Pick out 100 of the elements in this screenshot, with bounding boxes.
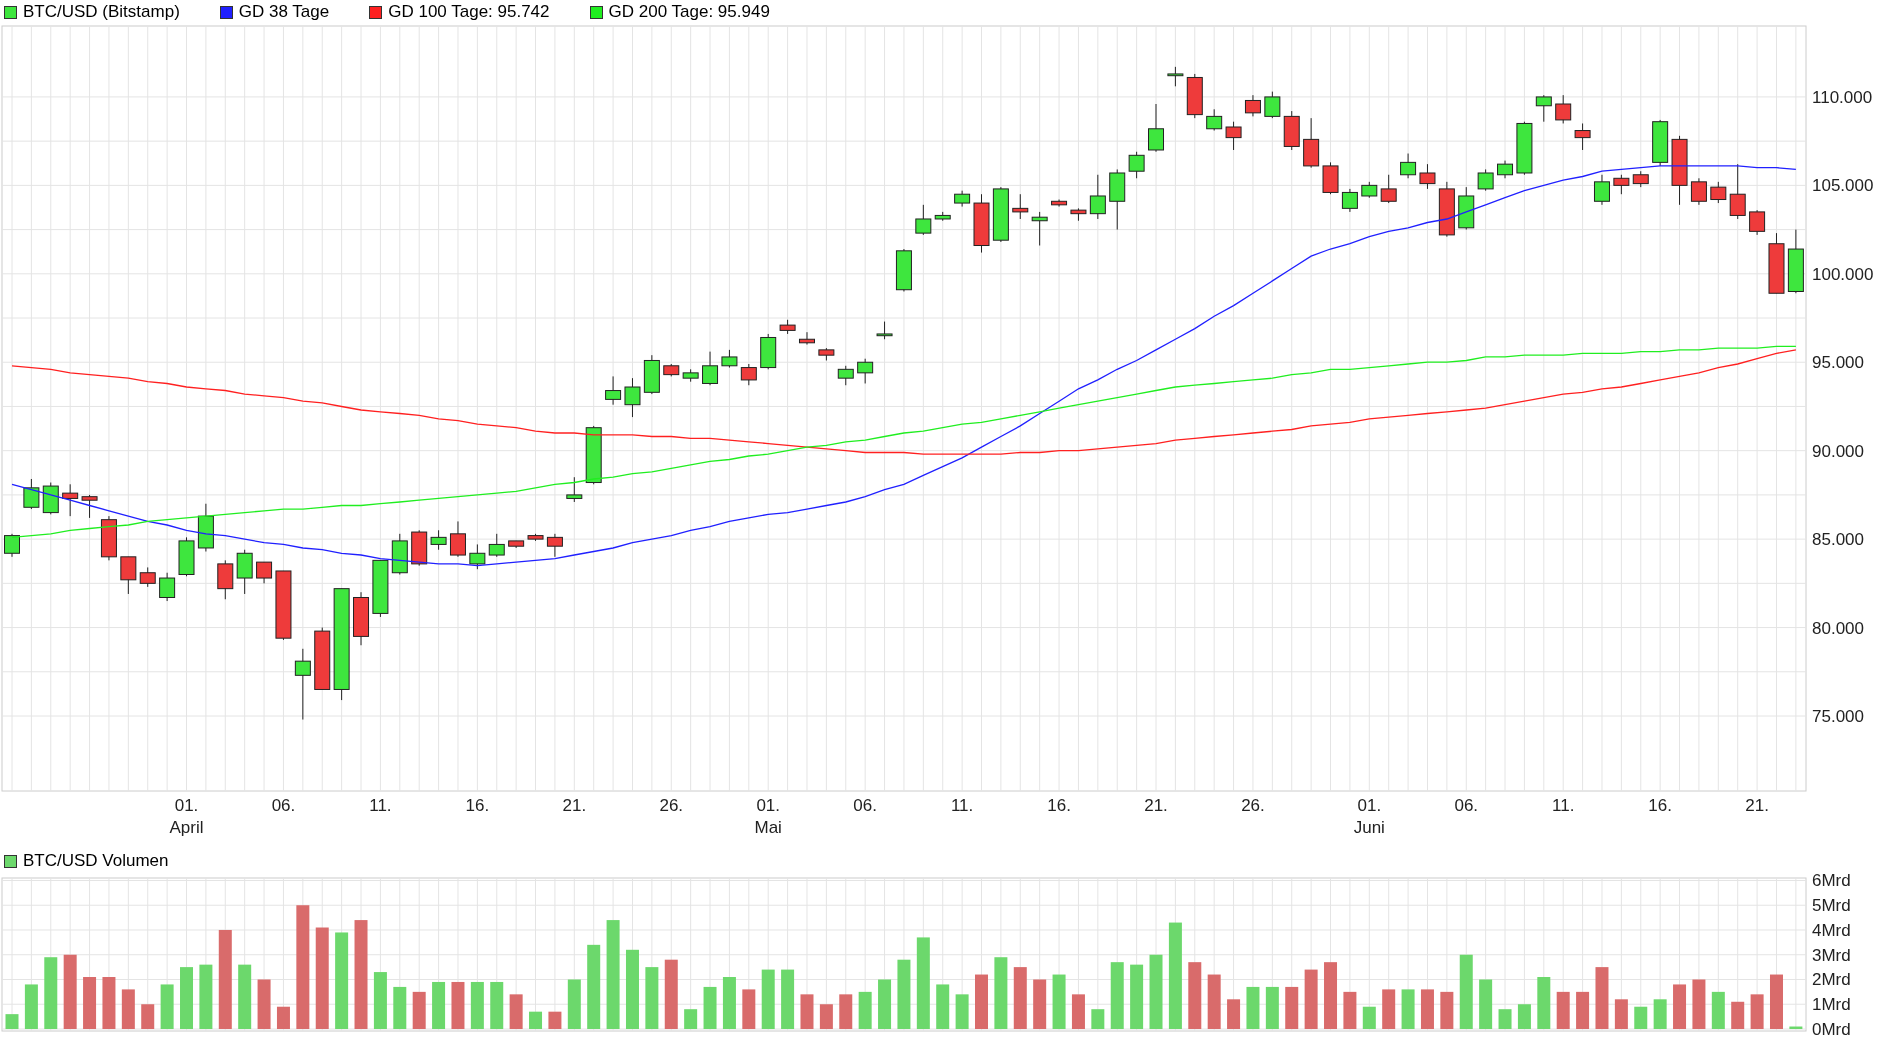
candlestick: [1671, 135, 1688, 206]
candlestick: [954, 190, 971, 208]
axis-label: 6Mrd: [1812, 874, 1851, 891]
candlestick: [1322, 161, 1339, 195]
candlestick: [1535, 94, 1552, 123]
candlestick: [275, 570, 292, 641]
candlestick: [1303, 117, 1320, 169]
candlestick: [1497, 160, 1514, 179]
candlestick: [372, 559, 389, 618]
candlestick: [508, 540, 525, 549]
legend-label: GD 38 Tage: [238, 1, 330, 24]
candlestick: [1477, 168, 1494, 192]
candlestick: [1186, 73, 1203, 119]
candlestick: [1768, 232, 1785, 294]
candlestick: [876, 321, 893, 340]
candlestick: [915, 204, 932, 236]
axis-label: 21.: [1144, 796, 1168, 815]
candlestick: [605, 375, 622, 406]
axis-label: 1Mrd: [1812, 995, 1851, 1015]
candlestick: [1690, 177, 1707, 206]
axis-label: 01.: [174, 796, 199, 815]
candlestick: [1438, 181, 1455, 238]
candlestick: [682, 368, 699, 383]
candlestick: [779, 319, 796, 335]
legend-swatch: [4, 5, 17, 19]
axis-label: 11.: [950, 796, 974, 815]
candlestick: [546, 533, 563, 558]
legend-label: BTC/USD Volumen: [23, 850, 169, 873]
candlestick: [100, 515, 117, 561]
axis-label: 01.: [1357, 796, 1382, 815]
candlestick: [217, 559, 234, 600]
candlestick: [1574, 122, 1591, 151]
candlestick: [1632, 170, 1649, 188]
axis-label: 0Mrd: [1812, 1020, 1851, 1039]
candlestick: [1594, 174, 1610, 206]
candlestick: [1070, 207, 1087, 222]
candlestick: [1341, 188, 1358, 213]
axis-label: 21.: [562, 796, 587, 815]
candlestick: [1012, 193, 1029, 220]
candlestick: [139, 566, 156, 588]
candlestick: [624, 377, 641, 418]
candlestick: [159, 572, 176, 602]
legend-label: GD 200 Tage: 95.949: [608, 1, 770, 24]
candlestick: [760, 333, 777, 370]
candlestick: [1128, 151, 1145, 179]
candlestick: [702, 351, 719, 386]
candlestick: [527, 533, 544, 542]
candlestick: [1109, 168, 1126, 231]
candlestick: [663, 363, 680, 377]
axis-label: 26.: [1241, 796, 1265, 815]
axis-label: 105.000: [1812, 176, 1874, 196]
candlestick: [4, 533, 20, 558]
candlestick: [449, 520, 466, 558]
candlestick: [236, 549, 253, 595]
axis-label: 4Mrd: [1812, 921, 1851, 940]
legend-label: GD 100 Tage: 95.742: [388, 1, 550, 24]
candlestick: [488, 533, 505, 558]
candlestick: [1652, 119, 1669, 167]
candlestick: [120, 556, 137, 595]
candlestick: [81, 494, 98, 519]
candlestick: [740, 363, 757, 386]
candlestick: [643, 354, 660, 395]
candlestick: [1244, 94, 1261, 117]
candlestick: [1555, 94, 1572, 124]
axis-label: 01.: [756, 796, 781, 815]
axis-label: 11.: [369, 796, 392, 815]
candlestick: [1264, 91, 1281, 119]
axis-label: 06.: [853, 796, 877, 815]
candlestick: [837, 365, 854, 386]
candlestick: [1419, 163, 1436, 190]
candlestick: [1089, 174, 1106, 220]
axis-label: 95.000: [1812, 353, 1864, 373]
candlestick: [178, 536, 195, 577]
candlestick: [895, 248, 912, 292]
candlestick: [23, 478, 40, 510]
axis-label: 5Mrd: [1812, 896, 1851, 916]
axis-label: 11.: [1552, 796, 1575, 815]
axis-label: Juni: [1353, 818, 1385, 837]
candlestick: [256, 561, 273, 584]
candlestick: [1167, 66, 1184, 87]
axis-label: 85.000: [1812, 530, 1864, 550]
axis-label: 100.000: [1812, 264, 1874, 284]
candlestick: [721, 349, 738, 369]
axis-label: Mai: [754, 818, 782, 837]
axis-label: 80.000: [1812, 618, 1864, 638]
candlestick: [1031, 211, 1048, 246]
candlestick: [62, 483, 79, 517]
candlestick: [1400, 153, 1417, 179]
axis-label: 110.000: [1812, 87, 1873, 107]
candlestick: [1729, 163, 1746, 220]
candlestick: [1051, 199, 1068, 208]
candlestick: [1787, 229, 1804, 294]
axis-label: 3Mrd: [1812, 945, 1851, 965]
candlestick: [934, 211, 951, 222]
candlestick: [973, 193, 990, 254]
candlestick: [1148, 103, 1164, 153]
axis-label: 16.: [1047, 796, 1071, 815]
candlestick: [992, 186, 1009, 243]
axis-label: 75.000: [1812, 707, 1864, 726]
candlestick: [430, 529, 447, 551]
